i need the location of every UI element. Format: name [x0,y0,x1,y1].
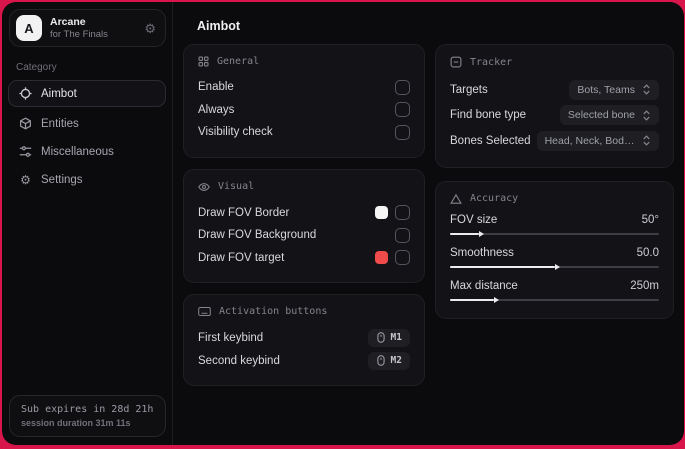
setting-row-first-keybind: First keybind M1 [198,326,410,349]
mouse-icon [376,332,385,343]
setting-row-targets: Targets Bots, Teams [450,77,659,103]
visual-card-header: Visual [198,181,410,193]
setting-label: Visibility check [198,126,273,139]
app-window: A Arcane for The Finals ⚙ Category Aimbo… [2,2,684,445]
activation-card-header: Activation buttons [198,306,410,317]
keyboard-icon [198,307,211,316]
mouse-icon [376,355,385,366]
sliders-icon [19,145,32,158]
gear-icon[interactable]: ⚙ [144,22,156,35]
setting-label: Always [198,103,235,116]
sidebar-item-entities[interactable]: Entities [8,110,166,137]
cube-icon [19,117,32,130]
subscription-expiry: Sub expires in 28d 21h [21,404,154,415]
color-swatch[interactable] [375,251,388,265]
bones-selected-dropdown[interactable]: Head, Neck, Body, Pe.. [536,130,659,151]
enable-checkbox[interactable] [395,79,410,95]
activation-card: Activation buttons First keybind M1 Seco… [183,294,425,386]
main-content: Aimbot General Enable Always Visibility … [173,2,684,445]
setting-label: Bones Selected [450,134,531,147]
fov-size-value: 50° [641,213,659,226]
accuracy-card-header: Accuracy [450,193,659,205]
visual-card: Visual Draw FOV Border Draw FOV Backgrou… [183,168,425,283]
setting-row-draw-fov-border: Draw FOV Border [198,202,410,225]
sidebar-item-label: Miscellaneous [41,145,114,158]
draw-fov-background-checkbox[interactable] [395,227,410,243]
setting-label: Draw FOV target [198,251,285,264]
subscription-card: Sub expires in 28d 21h session duration … [9,395,166,437]
sidebar-nav: Aimbot Entities Miscellaneous ⚙ Settings [2,80,172,194]
setting-row-fov-size: FOV size 50° [450,214,659,239]
crosshair-icon [19,87,32,100]
sidebar-item-label: Aimbot [41,87,77,100]
setting-label: Second keybind [198,354,280,367]
first-keybind-button[interactable]: M1 [367,328,410,347]
setting-label: Find bone type [450,109,527,122]
max-distance-value: 250m [630,279,659,292]
setting-label: First keybind [198,331,264,344]
smoothness-value: 50.0 [636,246,659,259]
session-duration: session duration 31m 11s [21,418,131,428]
setting-label: Max distance [450,279,518,292]
app-header-card: A Arcane for The Finals ⚙ [9,9,166,47]
slider-fill [450,298,494,301]
general-card: General Enable Always Visibility check [183,44,425,158]
setting-row-always: Always [198,99,410,122]
sidebar-item-label: Entities [41,117,79,130]
sidebar-item-aimbot[interactable]: Aimbot [8,80,166,107]
setting-label: Enable [198,81,234,94]
tracker-card-header: Tracker [450,56,659,68]
slider-fill [450,232,480,235]
draw-fov-border-checkbox[interactable] [395,205,410,221]
setting-row-draw-fov-target: Draw FOV target [198,247,410,270]
setting-row-draw-fov-background: Draw FOV Background [198,224,410,247]
setting-label: Draw FOV Background [198,229,317,242]
setting-row-second-keybind: Second keybind M2 [198,349,410,372]
sidebar: A Arcane for The Finals ⚙ Category Aimbo… [2,2,173,445]
sidebar-item-settings[interactable]: ⚙ Settings [8,166,166,193]
chevrons-up-down-icon [643,110,650,121]
page-title: Aimbot [197,19,241,33]
visibility-check-checkbox[interactable] [395,124,410,140]
sidebar-item-label: Settings [41,173,83,186]
second-keybind-button[interactable]: M2 [367,351,410,370]
max-distance-slider[interactable] [450,296,659,305]
square-minus-icon [450,56,462,68]
accuracy-card: Accuracy FOV size 50° Smoothness 50.0 Ma… [435,180,674,319]
setting-label: FOV size [450,213,498,226]
chevrons-up-down-icon [643,84,650,95]
setting-label: Smoothness [450,246,514,259]
setting-label: Targets [450,83,488,96]
slider-fill [450,265,555,268]
category-label: Category [16,62,57,73]
eye-icon [198,182,210,191]
app-name: Arcane [50,15,86,28]
grid-icon [198,56,209,67]
find-bone-type-dropdown[interactable]: Selected bone [559,105,659,126]
app-subtitle: for The Finals [50,28,108,40]
fov-size-slider[interactable] [450,230,659,239]
chevrons-up-down-icon [643,135,650,146]
draw-fov-target-checkbox[interactable] [395,250,410,266]
app-logo: A [16,15,42,41]
setting-label: Draw FOV Border [198,206,290,219]
setting-row-find-bone-type: Find bone type Selected bone [450,103,659,129]
sidebar-item-miscellaneous[interactable]: Miscellaneous [8,138,166,165]
general-card-header: General [198,56,410,67]
setting-row-visibility-check: Visibility check [198,121,410,144]
triangle-icon [450,193,462,204]
tracker-card: Tracker Targets Bots, Teams Find bone ty… [435,44,674,168]
setting-row-enable: Enable [198,76,410,99]
gear-icon: ⚙ [20,172,31,187]
color-swatch[interactable] [375,206,388,220]
targets-dropdown[interactable]: Bots, Teams [569,79,659,100]
smoothness-slider[interactable] [450,263,659,272]
setting-row-smoothness: Smoothness 50.0 [450,247,659,272]
always-checkbox[interactable] [395,102,410,118]
setting-row-max-distance: Max distance 250m [450,280,659,305]
setting-row-bones-selected: Bones Selected Head, Neck, Body, Pe.. [450,128,659,154]
